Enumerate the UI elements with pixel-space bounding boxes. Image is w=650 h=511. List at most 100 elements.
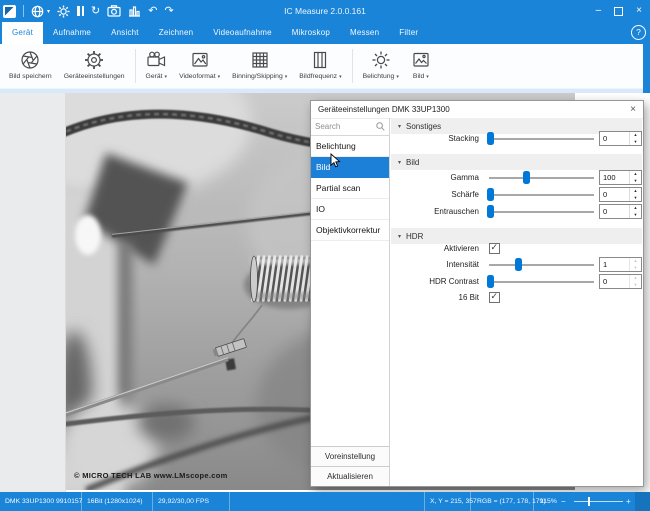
exposure-button[interactable]: Belichtung▾ [357, 44, 405, 88]
gamma-slider-thumb[interactable] [523, 171, 530, 184]
zoom-slider-thumb[interactable] [588, 497, 590, 506]
aktivieren-row: Aktivieren ✓ [390, 241, 643, 256]
status-framerate: 29,92/30,00 FPS [158, 492, 209, 511]
collapse-icon: ▾ [398, 233, 401, 240]
intensitaet-row: Intensität 1 ▲▼ [390, 256, 643, 273]
hdr-contrast-row: HDR Contrast 0 ▲▼ [390, 273, 643, 290]
check-icon: ✓ [491, 291, 499, 302]
status-device: DMK 33UP1300 9910157 [5, 492, 82, 511]
nav-item-io[interactable]: IO [311, 199, 389, 220]
zoom-slider[interactable] [574, 501, 623, 502]
dropdown-caret-icon: ▾ [285, 74, 288, 80]
dialog-title-bar[interactable]: Geräteeinstellungen DMK 33UP1300 × [311, 101, 643, 119]
close-button[interactable]: × [636, 6, 642, 16]
spinner-arrows: ▲▼ [629, 258, 641, 271]
schaerfe-slider[interactable] [489, 194, 594, 196]
maximize-button[interactable] [614, 7, 623, 16]
menu-tab-videoaufnahme[interactable]: Videoaufnahme [203, 22, 282, 44]
menu-tab-geraet[interactable]: Gerät [2, 22, 43, 44]
update-button[interactable]: Aktualisieren [311, 466, 389, 486]
menu-tab-filter[interactable]: Filter [389, 22, 428, 44]
tool-label: Videoformat▾ [179, 73, 220, 80]
zoom-in-button[interactable]: + [626, 492, 631, 511]
status-rgb: RGB = (177, 178, 179) [477, 492, 546, 511]
entrauschen-slider-thumb[interactable] [487, 205, 494, 218]
stacking-row: Stacking 0 ▲▼ [390, 130, 643, 147]
zoom-out-button[interactable]: − [561, 492, 566, 511]
nav-item-objektivkorrektur[interactable]: Objektivkorrektur [311, 220, 389, 241]
image-button[interactable]: Bild▾ [405, 44, 437, 88]
preset-button[interactable]: Voreinstellung [311, 446, 389, 466]
spin-down-icon: ▼ [630, 265, 641, 272]
schaerfe-slider-thumb[interactable] [487, 188, 494, 201]
spin-down-icon: ▼ [630, 178, 641, 185]
device-button[interactable]: Gerät▾ [140, 44, 174, 88]
binning-skipping-button[interactable]: Binning/Skipping▾ [226, 44, 293, 88]
dropdown-caret-icon: ▾ [396, 74, 399, 80]
spin-down-icon: ▼ [630, 139, 641, 146]
help-icon[interactable]: ? [631, 25, 646, 40]
check-icon: ✓ [491, 242, 499, 253]
device-settings-dialog: Geräteeinstellungen DMK 33UP1300 × Searc… [310, 100, 644, 487]
intensitaet-slider[interactable] [489, 264, 594, 266]
frame-rate-button[interactable]: Bildfrequenz▾ [293, 44, 347, 88]
menu-tab-messen[interactable]: Messen [340, 22, 389, 44]
dialog-settings-panel: ▾ Sonstiges Stacking 0 ▲▼ ▾ Bild Gamma [390, 118, 643, 486]
collapse-icon: ▾ [398, 123, 401, 130]
tool-label: Bildfrequenz▾ [299, 73, 341, 80]
image-icon [411, 49, 431, 70]
dialog-close-icon[interactable]: × [630, 105, 636, 115]
spinner-arrows[interactable]: ▲▼ [629, 188, 641, 201]
video-format-button[interactable]: Videoformat▾ [173, 44, 226, 88]
spinner-arrows[interactable]: ▲▼ [629, 171, 641, 184]
stacking-slider[interactable] [489, 138, 594, 140]
toolbar-divider [135, 49, 136, 83]
gamma-row: Gamma 100 ▲▼ [390, 169, 643, 186]
menu-tab-ansicht[interactable]: Ansicht [101, 22, 149, 44]
menu-tab-zeichnen[interactable]: Zeichnen [149, 22, 204, 44]
hdr-contrast-slider-thumb[interactable] [487, 275, 494, 288]
nav-item-belichtung[interactable]: Belichtung [311, 136, 389, 157]
stacking-spinbox[interactable]: 0 ▲▼ [599, 131, 642, 146]
dialog-nav-panel: Search Belichtung Bild Partial scan IO O… [311, 118, 390, 486]
spin-down-icon: ▼ [630, 195, 641, 202]
intensitaet-slider-thumb[interactable] [515, 258, 522, 271]
spinner-arrows[interactable]: ▲▼ [629, 132, 641, 145]
stacking-slider-thumb[interactable] [487, 132, 494, 145]
menu-tab-aufnahme[interactable]: Aufnahme [43, 22, 101, 44]
gamma-spinbox[interactable]: 100 ▲▼ [599, 170, 642, 185]
entrauschen-spinbox[interactable]: 0 ▲▼ [599, 204, 642, 219]
menu-tab-mikroskop[interactable]: Mikroskop [282, 22, 340, 44]
hdr-contrast-slider[interactable] [489, 281, 594, 283]
entrauschen-slider[interactable] [489, 211, 594, 213]
title-bar: ▾ ↻ ↶ ↷ IC Measure 2.0.0.161 – × [0, 0, 650, 22]
canvas-margin [0, 93, 66, 492]
sun-icon [371, 49, 391, 70]
schaerfe-spinbox[interactable]: 0 ▲▼ [599, 187, 642, 202]
tool-label: Geräteeinstellungen [64, 73, 125, 80]
search-input[interactable]: Search [311, 118, 389, 136]
ribbon-toolbar: Bild speichern Geräteeinstellungen Gerät… [0, 44, 646, 88]
tool-label: Bild▾ [413, 73, 429, 80]
section-header-bild[interactable]: ▾ Bild [391, 154, 642, 170]
intensitaet-spinbox[interactable]: 1 ▲▼ [599, 257, 642, 272]
tool-label: Binning/Skipping▾ [232, 73, 287, 80]
spin-down-icon: ▼ [630, 212, 641, 219]
window-title: IC Measure 2.0.0.161 [0, 0, 650, 22]
status-bar: DMK 33UP1300 9910157 16Bit (1280x1024) 2… [0, 492, 650, 511]
spin-down-icon: ▼ [630, 282, 641, 289]
spinner-arrows: ▲▼ [629, 275, 641, 288]
gamma-slider[interactable] [489, 177, 594, 179]
hdr-contrast-spinbox[interactable]: 0 ▲▼ [599, 274, 642, 289]
spinner-arrows[interactable]: ▲▼ [629, 205, 641, 218]
bit16-checkbox[interactable]: ✓ [489, 292, 500, 303]
nav-item-partial-scan[interactable]: Partial scan [311, 178, 389, 199]
nav-item-bild[interactable]: Bild [311, 157, 389, 178]
device-settings-button[interactable]: Geräteeinstellungen [58, 44, 131, 88]
minimize-button[interactable]: – [596, 6, 602, 16]
dropdown-caret-icon: ▾ [339, 74, 342, 80]
aktivieren-checkbox[interactable]: ✓ [489, 243, 500, 254]
dialog-title: Geräteeinstellungen DMK 33UP1300 [318, 105, 450, 114]
save-image-button[interactable]: Bild speichern [3, 44, 58, 88]
zoom-level: 115% [540, 492, 557, 511]
